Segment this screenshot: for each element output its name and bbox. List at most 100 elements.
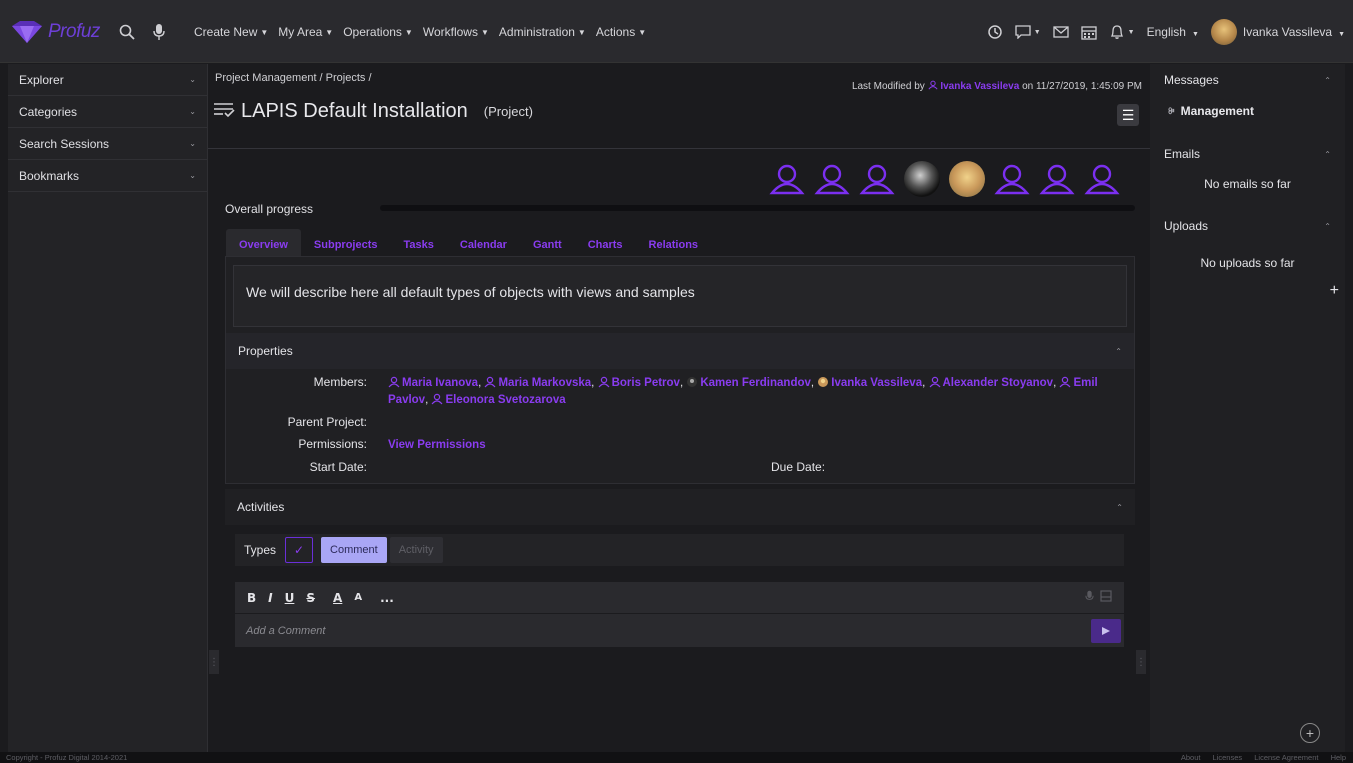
user-outline-icon bbox=[814, 164, 850, 195]
uploads-empty-state: No uploads so far bbox=[1200, 256, 1295, 270]
calendar-icon[interactable] bbox=[1081, 25, 1097, 40]
hamburger-menu-icon[interactable]: ☰ bbox=[1117, 104, 1139, 126]
language-selector[interactable]: English ▼ bbox=[1147, 25, 1199, 39]
main-menu: Create New ▼ My Area ▼ Operations ▼ Workflo… bbox=[194, 25, 656, 39]
chevron-up-icon: ⌃ bbox=[1324, 75, 1331, 85]
send-comment-button[interactable] bbox=[1091, 619, 1121, 643]
menu-workflows[interactable]: Workflows ▼ bbox=[423, 25, 489, 39]
members-label: Members: bbox=[313, 375, 367, 389]
top-navigation-bar: Profuz Create New ▼ My Area ▼ Operations ▼ … bbox=[0, 0, 1353, 63]
select-all-types-checkbox[interactable]: ✓ bbox=[285, 537, 314, 563]
member-avatar[interactable] bbox=[811, 158, 853, 200]
user-outline-icon bbox=[994, 164, 1030, 195]
list-check-icon bbox=[213, 101, 235, 122]
profuz-logo[interactable]: Profuz bbox=[8, 8, 116, 56]
breadcrumb[interactable]: Project Management / Projects / bbox=[215, 72, 372, 84]
microphone-icon[interactable] bbox=[1085, 590, 1094, 606]
user-menu[interactable]: Ivanka Vassileva ▼ bbox=[1243, 25, 1345, 39]
footer-link-licenses[interactable]: Licenses bbox=[1213, 753, 1243, 762]
activity-types-filter: Types ✓ Comment Activity bbox=[235, 534, 1124, 566]
start-date-label: Start Date: bbox=[309, 460, 367, 474]
add-upload-icon[interactable]: + bbox=[1330, 282, 1339, 300]
view-permissions-link[interactable]: View Permissions bbox=[388, 437, 1118, 454]
comment-type-toggle[interactable]: Comment bbox=[321, 537, 387, 563]
right-resize-handle[interactable]: ⋮ bbox=[1136, 650, 1146, 674]
uploads-header[interactable]: Uploads ⌃ bbox=[1150, 210, 1345, 242]
footer-link-help[interactable]: Help bbox=[1331, 753, 1346, 762]
member-avatar[interactable] bbox=[766, 158, 808, 200]
last-modified-info: Last Modified by Ivanka Vassileva on 11/… bbox=[851, 80, 1142, 92]
underline-button[interactable]: U bbox=[285, 591, 295, 605]
menu-operations[interactable]: Operations ▼ bbox=[343, 25, 413, 39]
messages-header[interactable]: Messages ⌃ bbox=[1150, 64, 1345, 96]
user-outline-icon bbox=[1084, 164, 1120, 195]
footer-link-about[interactable]: About bbox=[1181, 753, 1201, 762]
copyright: Copyright - Profuz Digital 2014-2021 bbox=[6, 753, 128, 762]
bold-button[interactable]: B bbox=[247, 591, 256, 605]
chevron-down-icon: ⌄ bbox=[189, 171, 196, 180]
more-formatting-button[interactable]: ... bbox=[380, 591, 394, 605]
member-link[interactable]: Maria Markovska bbox=[484, 376, 591, 389]
sidebar-item-bookmarks[interactable]: Bookmarks ⌄ bbox=[8, 160, 207, 192]
sidebar-item-search-sessions[interactable]: Search Sessions ⌄ bbox=[8, 128, 207, 160]
member-link[interactable]: Eleonora Svetozarova bbox=[431, 393, 566, 406]
footer-link-license-agreement[interactable]: License Agreement bbox=[1254, 753, 1318, 762]
left-resize-handle[interactable]: ⋮ bbox=[209, 650, 219, 674]
strikethrough-button[interactable]: S bbox=[306, 591, 315, 605]
italic-button[interactable]: I bbox=[268, 591, 272, 605]
project-description: We will describe here all default types … bbox=[233, 265, 1127, 327]
chevron-down-icon: ⌄ bbox=[189, 107, 196, 116]
user-avatar[interactable] bbox=[1210, 19, 1237, 45]
member-photo bbox=[949, 161, 985, 197]
bell-icon[interactable]: ▼ bbox=[1109, 24, 1135, 40]
member-avatar[interactable] bbox=[901, 158, 943, 200]
menu-create-new[interactable]: Create New ▼ bbox=[194, 25, 268, 39]
member-avatar[interactable] bbox=[1036, 158, 1078, 200]
user-outline-icon bbox=[859, 164, 895, 195]
member-link[interactable]: Maria Ivanova bbox=[388, 376, 478, 389]
search-icon[interactable] bbox=[116, 21, 138, 43]
menu-administration[interactable]: Administration ▼ bbox=[499, 25, 586, 39]
modified-by-user-link[interactable]: Ivanka Vassileva bbox=[927, 80, 1023, 92]
menu-actions[interactable]: Actions ▼ bbox=[596, 25, 646, 39]
management-channel[interactable]: ꔭ Management bbox=[1168, 104, 1254, 118]
font-color-button[interactable]: A bbox=[333, 591, 342, 605]
sidebar-item-categories[interactable]: Categories ⌄ bbox=[8, 96, 207, 128]
add-circle-icon[interactable]: + bbox=[1300, 723, 1320, 743]
activity-type-toggle[interactable]: Activity bbox=[389, 537, 443, 563]
user-outline-icon bbox=[1039, 164, 1075, 195]
menu-my-area[interactable]: My Area ▼ bbox=[278, 25, 333, 39]
member-link[interactable]: Alexander Stoyanov bbox=[929, 376, 1053, 389]
member-avatars bbox=[766, 158, 1126, 200]
logo-text: Profuz bbox=[48, 21, 100, 42]
member-avatar[interactable] bbox=[946, 158, 988, 200]
footer: Copyright - Profuz Digital 2014-2021 Abo… bbox=[0, 752, 1353, 763]
diamond-logo-icon bbox=[12, 21, 42, 43]
member-avatar[interactable] bbox=[856, 158, 898, 200]
page-title-row: LAPIS Default Installation (Project) bbox=[213, 100, 533, 123]
member-avatar[interactable] bbox=[991, 158, 1033, 200]
highlight-button[interactable]: A bbox=[354, 592, 362, 603]
due-date-label: Due Date: bbox=[771, 460, 826, 474]
emails-header[interactable]: Emails ⌃ bbox=[1150, 138, 1345, 170]
chat-icon[interactable]: ▼ bbox=[1015, 25, 1041, 39]
attachment-icon[interactable] bbox=[1100, 590, 1112, 605]
member-photo bbox=[904, 161, 940, 197]
mail-icon[interactable] bbox=[1053, 26, 1069, 38]
member-link[interactable]: Boris Petrov bbox=[598, 376, 680, 389]
activities-header[interactable]: Activities ⌃ bbox=[225, 489, 1135, 525]
member-link[interactable]: Ivanka Vassileva bbox=[817, 377, 922, 389]
left-sidebar: Explorer ⌄ Categories ⌄ Search Sessions ⌄ B… bbox=[8, 64, 208, 752]
microphone-icon[interactable] bbox=[148, 21, 170, 43]
member-avatar[interactable] bbox=[1081, 158, 1123, 200]
member-link[interactable]: Kamen Ferdinandov bbox=[686, 377, 811, 389]
comment-input[interactable]: Add a Comment bbox=[235, 614, 1124, 647]
parent-project-label: Parent Project: bbox=[287, 415, 367, 429]
send-icon bbox=[1102, 627, 1110, 635]
history-icon[interactable] bbox=[987, 24, 1003, 40]
progress-label: Overall progress bbox=[225, 202, 314, 216]
chevron-up-icon: ⌃ bbox=[1324, 221, 1331, 231]
sidebar-item-explorer[interactable]: Explorer ⌄ bbox=[8, 64, 207, 96]
properties-header[interactable]: Properties ⌃ bbox=[226, 333, 1134, 369]
chevron-down-icon: ⌄ bbox=[189, 75, 196, 84]
